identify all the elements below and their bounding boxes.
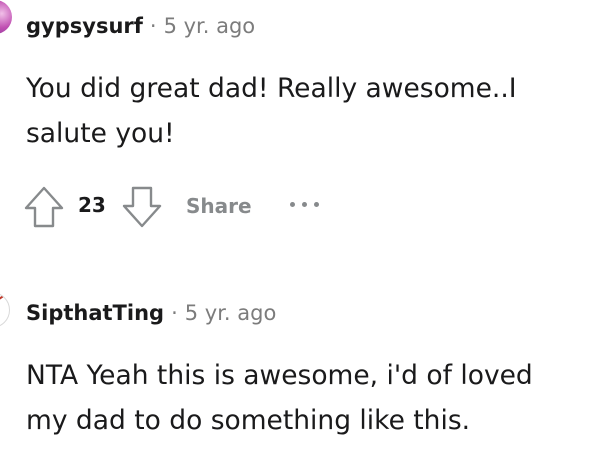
vote-score: 23 [78,193,106,217]
timestamp[interactable]: 5 yr. ago [164,14,256,38]
username-link[interactable]: SipthatTing [26,301,164,325]
comment-meta: SipthatTing · 5 yr. ago [26,301,276,325]
meta-separator: · [171,301,178,325]
comment-body: NTA Yeah this is awesome, i'd of loved m… [26,353,586,443]
meta-separator: · [149,14,157,38]
avatar[interactable] [0,0,12,34]
comment-body: You did great dad! Really awesome..I sal… [26,66,586,156]
comment-text-line: my dad to do something like this. [26,405,471,436]
arrow-down-icon[interactable] [120,184,164,230]
share-button[interactable]: Share [186,194,252,218]
comment-actions: 23 Share [22,184,422,230]
arrow-up-icon[interactable] [22,184,66,230]
avatar[interactable] [0,292,10,328]
comment-text-line: salute you! [26,118,175,149]
timestamp[interactable]: 5 yr. ago [185,301,277,325]
username-link[interactable]: gypsysurf [26,14,143,38]
comment-text-line: You did great dad! Really awesome..I [26,73,517,104]
comment-text-line: NTA Yeah this is awesome, i'd of loved [26,360,533,391]
comment-meta: gypsysurf · 5 yr. ago [26,14,255,38]
ellipsis-icon[interactable] [288,194,328,214]
